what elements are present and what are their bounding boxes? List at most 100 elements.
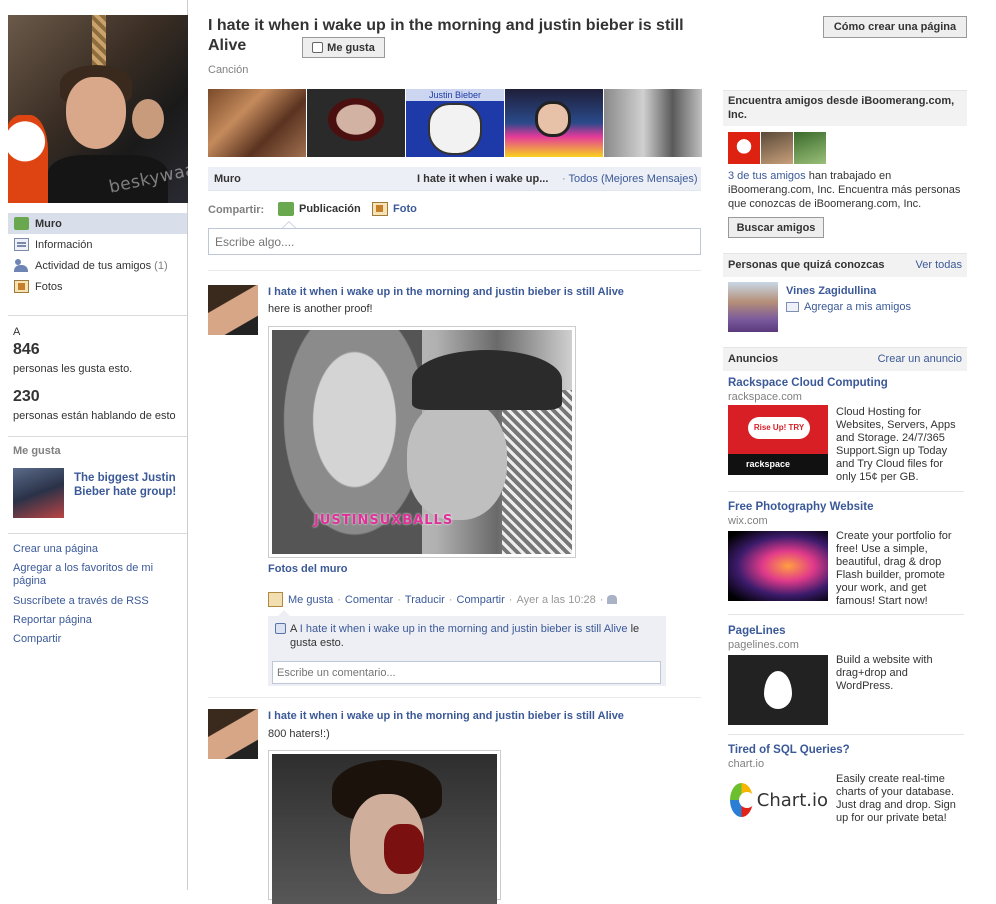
rss-subscribe-link[interactable]: Suscríbete a través de RSS [13, 595, 149, 608]
ad-title[interactable]: Rackspace Cloud Computing [728, 377, 888, 389]
ad-image[interactable]: Chart.io [728, 772, 828, 828]
photo-watermark: JUSTINSUXBALLS [314, 513, 454, 528]
post-author-link[interactable]: I hate it when i wake up in the morning … [268, 710, 624, 722]
find-friends-title: Encuentra amigos desde iBoomerang.com, I… [728, 95, 955, 121]
sep: · [508, 593, 513, 606]
create-page-link[interactable]: Crear una página [13, 543, 98, 556]
share-publication-tab[interactable]: Publicación [278, 202, 361, 216]
divider [8, 436, 187, 437]
nav-item-fotos[interactable]: Fotos [8, 276, 187, 297]
strip-photo-5[interactable] [604, 89, 702, 157]
add-friend-link[interactable]: Agregar a mis amigos [786, 301, 911, 313]
divider [8, 315, 187, 316]
wall-icon [14, 217, 29, 230]
photos-icon [14, 280, 29, 293]
divider [8, 533, 187, 534]
profile-picture[interactable]: beskywaabbit [8, 15, 188, 203]
divider [728, 491, 964, 492]
likes-section-title: Me gusta [13, 445, 61, 457]
friends-count-link[interactable]: 3 de tus amigos [728, 170, 806, 182]
post-text: here is another proof! [268, 303, 373, 315]
photo-icon [372, 202, 388, 216]
strip-photo-1[interactable] [208, 89, 306, 157]
translate-action[interactable]: Traducir [405, 594, 445, 606]
ad-domain: pagelines.com [728, 639, 799, 651]
likes-count: 846 [13, 341, 40, 358]
wall-filter-title[interactable]: I hate it when i wake up... [417, 173, 548, 185]
ads-title: Anuncios [728, 353, 779, 365]
composer-input[interactable] [208, 228, 701, 255]
publication-icon [278, 202, 294, 216]
strip-photo-4[interactable] [505, 89, 603, 157]
add-friend-icon [786, 302, 799, 312]
profile-face [66, 77, 126, 149]
divider [208, 270, 701, 271]
suggested-friend-name[interactable]: Vines Zagidullina [786, 285, 876, 297]
post-photo-image [272, 754, 497, 904]
post-actions: Me gusta · Comentar · Traducir · Compart… [268, 592, 618, 607]
likes-prefix: A [290, 623, 297, 635]
page-title: I hate it when i wake up in the morning … [208, 17, 684, 54]
find-friends-description: 3 de tus amigos han trabajado en iBoomer… [728, 169, 968, 211]
info-icon [14, 238, 29, 251]
post-text: 800 haters!:) [268, 728, 330, 740]
like-page-button[interactable]: Me gusta [302, 37, 385, 58]
find-friends-button[interactable]: Buscar amigos [728, 217, 824, 238]
ad-title[interactable]: Tired of SQL Queries? [728, 744, 850, 756]
ad-image[interactable] [728, 531, 828, 601]
create-page-button[interactable]: Cómo crear una página [823, 16, 967, 38]
strip-photo-2[interactable] [307, 89, 405, 157]
ad-body: Cloud Hosting for Websites, Servers, App… [836, 406, 956, 483]
post-timestamp[interactable]: Ayer a las 10:28 [516, 594, 595, 606]
post-avatar[interactable] [208, 709, 258, 759]
share-action[interactable]: Compartir [457, 594, 505, 606]
suggested-friend-photo[interactable] [728, 282, 778, 332]
friend-thumb[interactable] [761, 132, 793, 164]
report-page-link[interactable]: Reportar página [13, 614, 92, 627]
ad-image[interactable] [728, 655, 828, 725]
publication-label: Publicación [299, 203, 361, 215]
comment-action[interactable]: Comentar [345, 594, 393, 606]
privacy-icon[interactable] [607, 595, 618, 604]
divider [728, 614, 964, 615]
friend-thumb[interactable] [728, 132, 760, 164]
post-avatar[interactable] [208, 285, 258, 335]
talking-label: personas están hablando de esto [13, 410, 176, 422]
album-link[interactable]: Fotos del muro [268, 563, 347, 575]
ad-domain: wix.com [728, 515, 768, 527]
wall-filter-links[interactable]: · Todos (Mejores Mensajes) [562, 173, 698, 185]
liked-page-thumbnail[interactable] [13, 468, 64, 518]
photo-person-right [407, 400, 507, 520]
strip-photo-3[interactable]: Justin Bieber [406, 89, 504, 157]
nav-item-actividad-amigos[interactable]: Actividad de tus amigos (1) [8, 255, 187, 276]
liked-page-link[interactable]: The biggest Justin Bieber hate group! [74, 471, 184, 499]
post-photo[interactable] [268, 750, 501, 904]
ad-domain: chart.io [728, 758, 765, 770]
post-author-link[interactable]: I hate it when i wake up in the morning … [268, 286, 624, 298]
nav-label: Actividad de tus amigos [35, 259, 152, 272]
divider [728, 734, 964, 735]
sep: · [448, 593, 453, 606]
nav-item-informacion[interactable]: Información [8, 234, 187, 255]
wall-tab-muro[interactable]: Muro [214, 173, 241, 185]
ad-title[interactable]: PageLines [728, 625, 786, 637]
create-ad-link[interactable]: Crear un anuncio [860, 353, 962, 365]
like-action[interactable]: Me gusta [288, 594, 333, 606]
comment-input[interactable] [272, 661, 661, 684]
likes-page-link[interactable]: I hate it when i wake up in the morning … [300, 623, 628, 635]
talking-count: 230 [13, 388, 40, 405]
share-page-link[interactable]: Compartir [13, 633, 61, 646]
filter-all-link[interactable]: Todos (Mejores Mensajes) [569, 173, 698, 185]
add-friend-label: Agregar a mis amigos [804, 301, 911, 313]
friend-thumb[interactable] [794, 132, 826, 164]
pymk-see-all-link[interactable]: Ver todas [880, 259, 962, 271]
filter-sep: · [562, 173, 566, 185]
nav-item-muro[interactable]: Muro [8, 213, 187, 234]
ad-title[interactable]: Free Photography Website [728, 501, 873, 513]
add-favorites-link[interactable]: Agregar a los favoritos de mi página [13, 562, 173, 588]
share-photo-tab[interactable]: Foto [372, 202, 417, 216]
post-photo[interactable]: JUSTINSUXBALLS [268, 326, 576, 558]
meme-face [428, 103, 482, 155]
friends-icon [14, 259, 29, 272]
ad-image[interactable]: Rise Up! TRY TODAY! rackspace [728, 405, 828, 475]
